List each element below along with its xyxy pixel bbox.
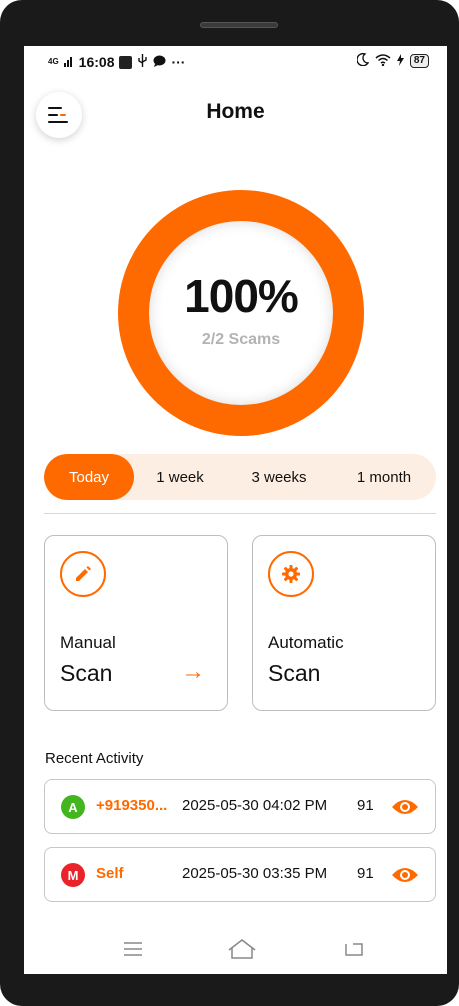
activity-sender: +919350... <box>96 797 168 814</box>
tab-today[interactable]: Today <box>44 454 134 500</box>
activity-timestamp: 2025-05-30 04:02 PM <box>182 797 328 814</box>
eye-icon[interactable] <box>391 865 419 890</box>
network-indicator: 4G <box>48 57 59 66</box>
activity-score: 91 <box>357 797 374 814</box>
app-screen: 4G 16:08 ··· 87 Home 100% 2/2 Scams Toda… <box>24 46 447 974</box>
wifi-icon <box>375 53 391 69</box>
automatic-scan-card[interactable]: Automatic Scan <box>252 535 436 711</box>
moon-icon <box>356 52 370 69</box>
battery-level: 87 <box>409 54 429 68</box>
avatar: A <box>61 795 85 819</box>
manual-scan-label: Manual <box>60 633 116 652</box>
status-left: 4G 16:08 ··· <box>48 54 185 70</box>
tab-1-week[interactable]: 1 week <box>134 454 226 500</box>
speaker-grill <box>200 22 278 28</box>
avatar: M <box>61 863 85 887</box>
arrow-right-icon: → <box>181 658 205 685</box>
eye-icon[interactable] <box>391 797 419 822</box>
charging-icon <box>396 53 404 69</box>
scam-rate-donut: 100% 2/2 Scams <box>118 190 364 436</box>
usb-icon <box>137 54 148 70</box>
scam-percentage: 100% <box>184 270 299 322</box>
time-range-tabs: Today 1 week 3 weeks 1 month <box>44 454 436 500</box>
section-divider <box>44 513 436 514</box>
automatic-scan-label: Automatic <box>268 633 344 652</box>
recent-activity-title: Recent Activity <box>45 750 144 767</box>
activity-timestamp: 2025-05-30 03:35 PM <box>182 865 328 882</box>
phone-frame: 4G 16:08 ··· 87 Home 100% 2/2 Scams Toda… <box>0 0 459 1006</box>
tab-3-weeks[interactable]: 3 weeks <box>226 454 332 500</box>
donut-center: 100% 2/2 Scams <box>149 221 333 405</box>
manual-scan-card[interactable]: Manual Scan → <box>44 535 228 711</box>
activity-row[interactable]: M Self 2025-05-30 03:35 PM 91 <box>44 847 436 902</box>
home-icon[interactable] <box>227 936 256 962</box>
manual-scan-title: Scan <box>60 660 113 686</box>
tab-1-month[interactable]: 1 month <box>332 454 436 500</box>
gear-icon <box>268 551 314 597</box>
activity-sender: Self <box>96 865 124 882</box>
activity-row[interactable]: A +919350... 2025-05-30 04:02 PM 91 <box>44 779 436 834</box>
system-nav-bar <box>24 926 447 974</box>
back-icon[interactable] <box>340 936 366 962</box>
pencil-icon <box>60 551 106 597</box>
signal-icon <box>63 54 74 70</box>
activity-score: 91 <box>357 865 374 882</box>
page-title: Home <box>206 100 265 123</box>
status-time: 16:08 <box>78 54 115 70</box>
automatic-scan-title: Scan <box>268 660 321 686</box>
app-notification-icon <box>119 55 133 69</box>
recent-apps-icon[interactable] <box>120 936 146 962</box>
status-right: 87 <box>356 52 429 69</box>
chat-icon <box>153 54 166 70</box>
scam-count: 2/2 Scams <box>201 331 281 348</box>
more-notifications: ··· <box>171 54 186 70</box>
status-bar: 4G 16:08 ··· 87 <box>24 46 447 80</box>
